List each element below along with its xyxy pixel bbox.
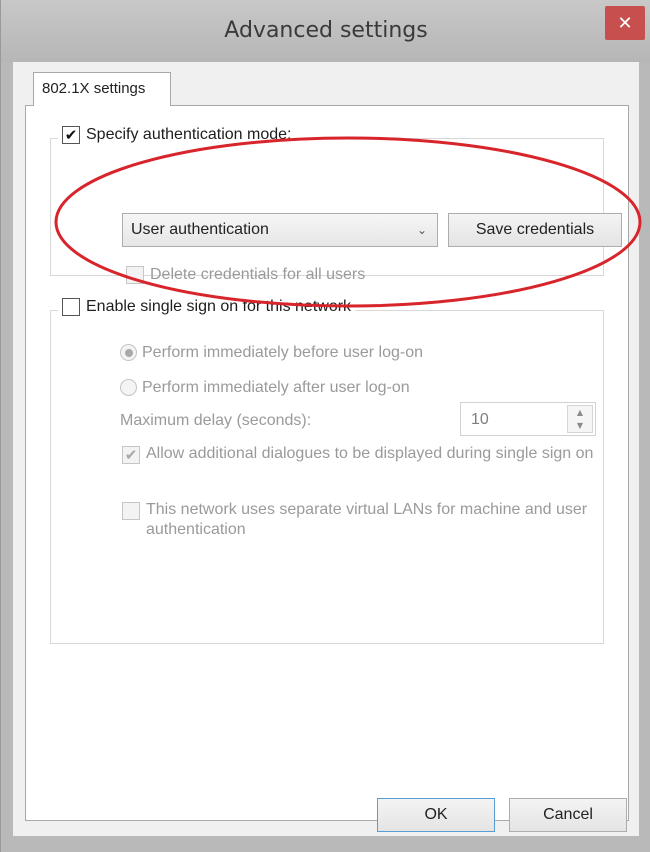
spin-up-icon[interactable]: ▲ bbox=[568, 406, 592, 419]
allow-dialogues-row[interactable]: ✔ Allow additional dialogues to be displ… bbox=[122, 444, 602, 464]
close-button[interactable]: ✕ bbox=[605, 6, 645, 40]
max-delay-spinner[interactable]: 10 ▲ ▼ bbox=[460, 402, 596, 436]
auth-mode-select[interactable]: User authentication ⌄ bbox=[122, 213, 438, 247]
auth-mode-legend[interactable]: ✔ Specify authentication mode: bbox=[58, 126, 296, 144]
dialog-body: 802.1X settings ✔ Specify authentication… bbox=[13, 62, 642, 836]
max-delay-value: 10 bbox=[471, 411, 489, 428]
sso-legend[interactable]: Enable single sign on for this network bbox=[58, 298, 356, 316]
radio-after-logon-row[interactable]: Perform immediately after user log-on bbox=[120, 379, 410, 397]
enable-sso-checkbox[interactable] bbox=[62, 298, 80, 316]
cancel-button[interactable]: Cancel bbox=[509, 798, 627, 832]
allow-dialogues-checkbox[interactable]: ✔ bbox=[122, 446, 140, 464]
spin-down-icon[interactable]: ▼ bbox=[568, 419, 592, 432]
separate-vlans-row[interactable]: This network uses separate virtual LANs … bbox=[122, 500, 602, 540]
allow-dialogues-label: Allow additional dialogues to be display… bbox=[146, 445, 594, 462]
radio-before-logon[interactable] bbox=[120, 344, 137, 361]
tab-8021x-settings[interactable]: 802.1X settings bbox=[33, 72, 171, 106]
separate-vlans-checkbox[interactable] bbox=[122, 502, 140, 520]
separate-vlans-label: This network uses separate virtual LANs … bbox=[146, 501, 588, 538]
enable-sso-label: Enable single sign on for this network bbox=[86, 298, 352, 315]
chevron-down-icon: ⌄ bbox=[416, 223, 427, 237]
radio-after-logon[interactable] bbox=[120, 379, 137, 396]
window-title: Advanced settings bbox=[224, 18, 428, 43]
advanced-settings-dialog: Advanced settings ✕ 802.1X settings ✔ Sp… bbox=[0, 0, 650, 852]
save-credentials-button[interactable]: Save credentials bbox=[448, 213, 622, 247]
specify-auth-mode-checkbox[interactable]: ✔ bbox=[62, 126, 80, 144]
check-icon: ✔ bbox=[124, 446, 138, 464]
title-bar[interactable]: Advanced settings ✕ bbox=[1, 0, 650, 62]
delete-credentials-checkbox[interactable] bbox=[126, 266, 144, 284]
ok-button[interactable]: OK bbox=[377, 798, 495, 832]
delete-credentials-label: Delete credentials for all users bbox=[150, 266, 366, 283]
radio-selected-dot bbox=[124, 348, 133, 357]
auth-mode-select-value: User authentication bbox=[131, 221, 269, 238]
radio-before-logon-label: Perform immediately before user log-on bbox=[142, 344, 424, 361]
radio-before-logon-row[interactable]: Perform immediately before user log-on bbox=[120, 344, 423, 362]
spin-buttons[interactable]: ▲ ▼ bbox=[567, 405, 593, 433]
specify-auth-mode-label: Specify authentication mode: bbox=[86, 126, 292, 143]
max-delay-label: Maximum delay (seconds): bbox=[120, 412, 312, 429]
tab-panel: ✔ Specify authentication mode: User auth… bbox=[25, 105, 642, 821]
delete-credentials-row[interactable]: Delete credentials for all users bbox=[126, 266, 365, 284]
auth-mode-group bbox=[50, 138, 604, 276]
close-icon: ✕ bbox=[617, 12, 633, 34]
radio-after-logon-label: Perform immediately after user log-on bbox=[142, 379, 410, 396]
check-icon: ✔ bbox=[64, 126, 78, 144]
